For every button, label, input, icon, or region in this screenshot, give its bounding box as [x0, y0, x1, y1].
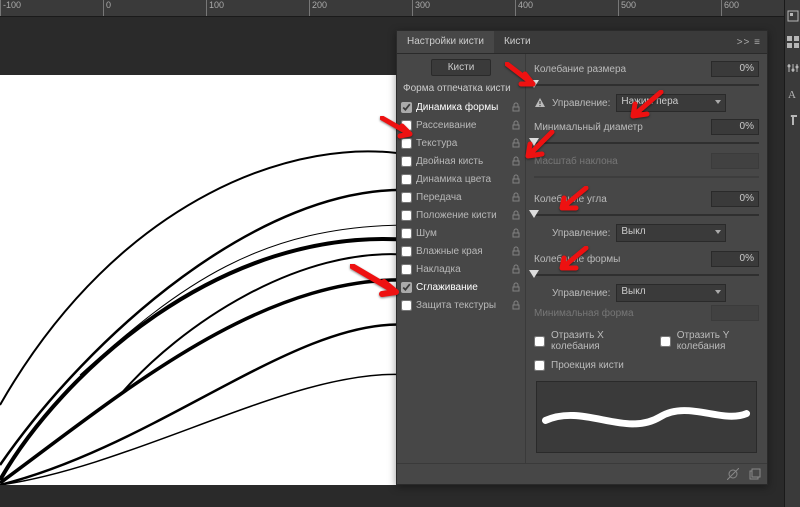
brushes-button[interactable]: Кисти: [431, 59, 492, 76]
flip-x-label: Отразить X колебания: [551, 330, 633, 352]
angle-jitter-value[interactable]: 0%: [711, 191, 759, 207]
lock-icon[interactable]: [511, 174, 521, 184]
option-wet-edges-checkbox[interactable]: [401, 246, 412, 257]
tab-brushes[interactable]: Кисти: [494, 31, 541, 53]
control-label: Управление:: [552, 288, 610, 299]
angle-control-select[interactable]: Выкл: [616, 224, 726, 242]
size-jitter-slider[interactable]: [534, 80, 759, 90]
flip-x-checkbox[interactable]: [534, 336, 545, 347]
option-brush-pose[interactable]: Положение кисти: [397, 206, 525, 224]
size-jitter-label: Колебание размера: [534, 64, 705, 75]
option-texture[interactable]: Текстура: [397, 134, 525, 152]
min-shape-value: [711, 305, 759, 321]
option-label: Накладка: [416, 264, 507, 275]
option-scattering[interactable]: Рассеивание: [397, 116, 525, 134]
option-color-dynamics-checkbox[interactable]: [401, 174, 412, 185]
tilt-scale-slider: [534, 172, 759, 182]
option-label: Передача: [416, 192, 507, 203]
option-protect-texture[interactable]: Защита текстуры: [397, 296, 525, 314]
brush-options-list: Кисти Форма отпечатка кисти Динамика фор…: [397, 54, 526, 463]
lock-icon[interactable]: [511, 156, 521, 166]
svg-text:A: A: [788, 89, 796, 100]
option-dual-brush[interactable]: Двойная кисть: [397, 152, 525, 170]
panel-tabs: Настройки кисти Кисти >> ≡: [397, 31, 767, 54]
annotation-arrow: [556, 186, 590, 219]
sketch-strokes: [0, 75, 410, 485]
panel-menu-icon[interactable]: >> ≡: [731, 37, 767, 48]
option-brush-pose-checkbox[interactable]: [401, 210, 412, 221]
lock-icon[interactable]: [511, 246, 521, 256]
paragraph-icon[interactable]: [787, 114, 799, 126]
document-canvas[interactable]: [0, 75, 410, 485]
adjustments-icon[interactable]: [787, 62, 799, 74]
new-brush-icon[interactable]: [749, 468, 761, 480]
option-color-dynamics[interactable]: Динамика цвета: [397, 170, 525, 188]
option-label: Динамика формы: [416, 102, 507, 113]
collapsed-panels-strip: A: [784, 0, 800, 507]
swatches-icon[interactable]: [787, 36, 799, 48]
control-label: Управление:: [552, 98, 610, 109]
annotation-arrow: [625, 90, 665, 127]
annotation-arrow: [350, 264, 404, 303]
size-jitter-value[interactable]: 0%: [711, 61, 759, 77]
type-icon[interactable]: A: [787, 88, 799, 100]
brush-projection-checkbox[interactable]: [534, 360, 545, 371]
brush-projection-label: Проекция кисти: [551, 360, 624, 371]
brush-preview: [536, 381, 757, 453]
lock-icon[interactable]: [511, 210, 521, 220]
lock-icon[interactable]: [511, 138, 521, 148]
tilt-scale-value: [711, 153, 759, 169]
option-label: Положение кисти: [416, 210, 507, 221]
tilt-scale-label: Масштаб наклона: [534, 156, 705, 167]
option-label: Шум: [416, 228, 507, 239]
annotation-arrow: [505, 62, 541, 95]
min-shape-label: Минимальная форма: [534, 308, 705, 319]
flip-y-label: Отразить Y колебания: [677, 330, 759, 352]
tab-brush-settings[interactable]: Настройки кисти: [397, 31, 494, 53]
option-shape-dynamics-checkbox[interactable]: [401, 102, 412, 113]
annotation-arrow: [556, 246, 590, 279]
option-label: Сглаживание: [416, 282, 507, 293]
annotation-arrow: [380, 116, 416, 145]
option-wet-edges[interactable]: Влажные края: [397, 242, 525, 260]
ruler-horizontal: -100010020030040050060070080090010001100…: [0, 0, 785, 17]
control-label: Управление:: [552, 228, 610, 239]
option-label: Рассеивание: [416, 120, 507, 131]
lock-icon[interactable]: [511, 102, 521, 112]
min-diameter-value[interactable]: 0%: [711, 119, 759, 135]
warning-icon: [534, 97, 546, 109]
option-label: Текстура: [416, 138, 507, 149]
min-diameter-slider[interactable]: [534, 138, 759, 148]
roundness-jitter-value[interactable]: 0%: [711, 251, 759, 267]
roundness-control-select[interactable]: Выкл: [616, 284, 726, 302]
option-dual-brush-checkbox[interactable]: [401, 156, 412, 167]
option-label: Двойная кисть: [416, 156, 507, 167]
option-label: Защита текстуры: [416, 300, 507, 311]
lock-icon[interactable]: [511, 228, 521, 238]
option-transfer[interactable]: Передача: [397, 188, 525, 206]
option-noise-checkbox[interactable]: [401, 228, 412, 239]
flip-y-checkbox[interactable]: [660, 336, 671, 347]
option-label: Динамика цвета: [416, 174, 507, 185]
min-diameter-label: Минимальный диаметр: [534, 122, 705, 133]
lock-icon[interactable]: [511, 264, 521, 274]
option-smoothing[interactable]: Сглаживание: [397, 278, 525, 296]
option-shape-dynamics[interactable]: Динамика формы: [397, 98, 525, 116]
lock-icon[interactable]: [511, 192, 521, 202]
lock-icon[interactable]: [511, 282, 521, 292]
panel-icon-1[interactable]: [787, 10, 799, 22]
lock-icon[interactable]: [511, 120, 521, 130]
panel-footer: [397, 463, 767, 484]
option-buildup[interactable]: Накладка: [397, 260, 525, 278]
lock-icon[interactable]: [511, 300, 521, 310]
option-noise[interactable]: Шум: [397, 224, 525, 242]
option-transfer-checkbox[interactable]: [401, 192, 412, 203]
toggle-preview-icon[interactable]: [727, 468, 739, 480]
annotation-arrow: [522, 130, 556, 167]
option-label: Влажные края: [416, 246, 507, 257]
